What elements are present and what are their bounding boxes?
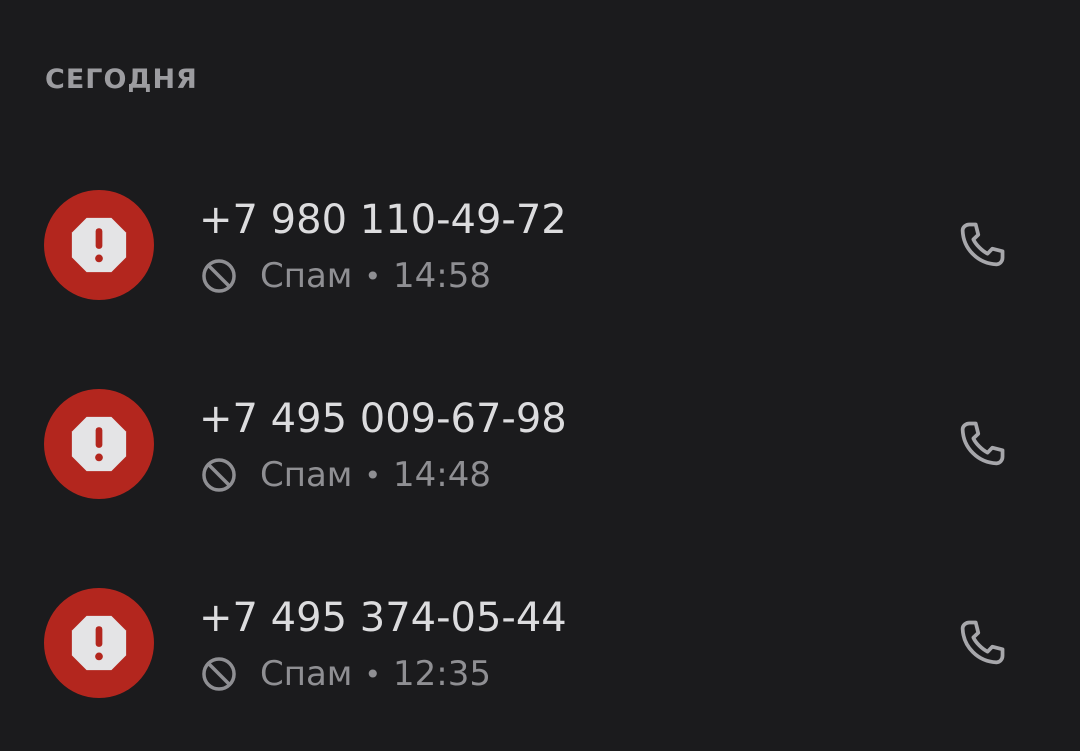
spam-warning-icon: [71, 217, 127, 273]
call-back-button[interactable]: [932, 195, 1032, 295]
separator-dot: •: [364, 259, 381, 293]
phone-number: +7 980 110-49-72: [199, 197, 567, 243]
call-details: Спам • 14:48: [200, 453, 491, 497]
call-log-item[interactable]: +7 495 374-05-44 Спам • 12:35: [0, 544, 1080, 742]
call-status-label: Спам: [260, 455, 353, 495]
spam-warning-avatar: [44, 389, 154, 499]
phone-icon: [960, 620, 1005, 665]
call-log-item[interactable]: +7 495 009-67-98 Спам • 14:48: [0, 345, 1080, 543]
call-back-button[interactable]: [932, 394, 1032, 494]
call-status-label: Спам: [260, 256, 353, 296]
spam-warning-icon: [71, 416, 127, 472]
call-status-label: Спам: [260, 654, 353, 694]
call-log-list: +7 980 110-49-72 Спам • 14:58 +7 495 009…: [0, 0, 1080, 751]
phone-number: +7 495 009-67-98: [199, 396, 567, 442]
phone-number: +7 495 374-05-44: [199, 595, 567, 641]
separator-dot: •: [364, 657, 381, 691]
spam-warning-avatar: [44, 190, 154, 300]
block-icon: [202, 259, 236, 293]
call-details: Спам • 12:35: [200, 652, 491, 696]
call-time: 14:58: [392, 256, 491, 296]
call-time: 12:35: [392, 654, 491, 694]
call-time: 14:48: [392, 455, 491, 495]
call-details: Спам • 14:58: [200, 254, 491, 298]
block-icon: [202, 458, 236, 492]
separator-dot: •: [364, 458, 381, 492]
phone-icon: [960, 222, 1005, 267]
spam-warning-avatar: [44, 588, 154, 698]
spam-warning-icon: [71, 615, 127, 671]
call-log-item[interactable]: +7 980 110-49-72 Спам • 14:58: [0, 146, 1080, 344]
phone-icon: [960, 421, 1005, 466]
block-icon: [202, 657, 236, 691]
call-back-button[interactable]: [932, 593, 1032, 693]
